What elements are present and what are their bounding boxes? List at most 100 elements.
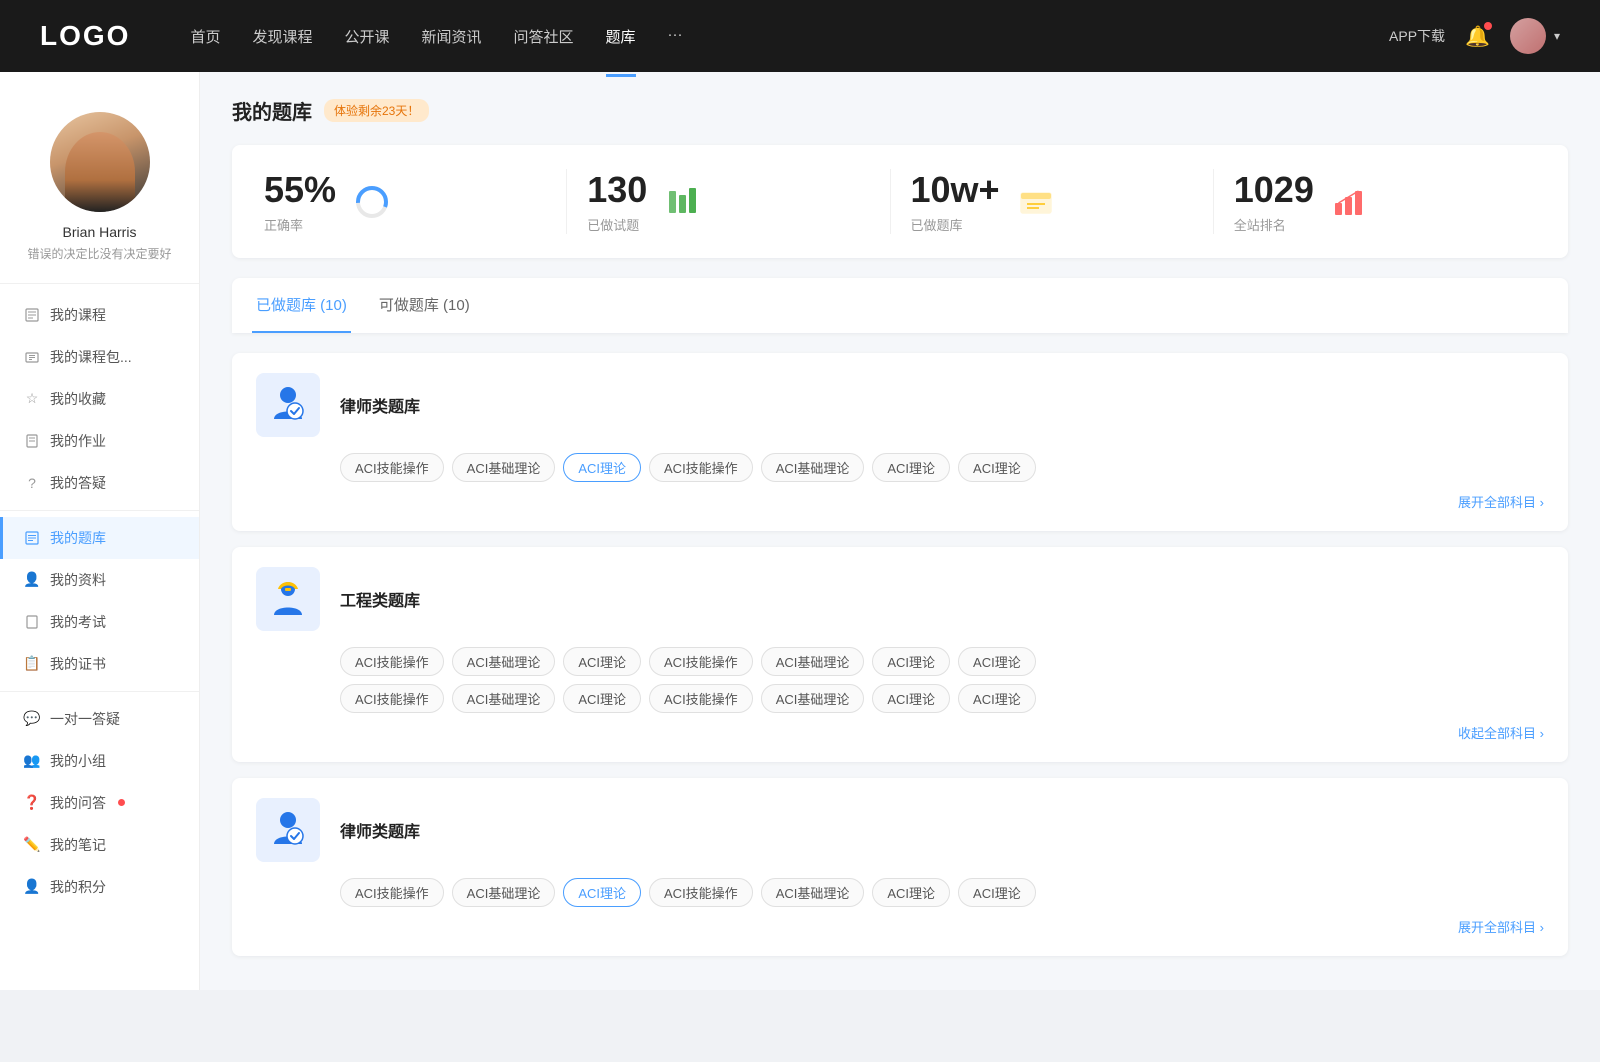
nav-discover[interactable]: 发现课程 — [252, 22, 312, 51]
sidebar-label: 我的考试 — [50, 612, 106, 632]
bank-expand-button[interactable]: 展开全部科目 › — [256, 492, 1544, 511]
sidebar-item-my-question-bank[interactable]: 我的题库 — [0, 517, 199, 559]
bell-notification-dot — [1484, 22, 1492, 30]
nav-home[interactable]: 首页 — [190, 22, 220, 51]
stat-accuracy: 55% 正确率 — [264, 169, 567, 234]
bank-tag[interactable]: ACI基础理论 — [761, 878, 865, 907]
bank-tag[interactable]: ACI理论 — [563, 647, 641, 676]
bank-title: 律师类题库 — [340, 818, 420, 842]
bank-tag[interactable]: ACI基础理论 — [452, 684, 556, 713]
bank-icon-engineer — [256, 567, 320, 631]
sidebar-item-my-exam[interactable]: 我的考试 — [0, 601, 199, 643]
sidebar-label: 一对一答疑 — [50, 709, 120, 729]
avatar-face — [65, 132, 135, 212]
bank-tag[interactable]: ACI理论 — [872, 647, 950, 676]
nav-avatar-image — [1510, 18, 1546, 54]
stat-accuracy-value-area: 55% 正确率 — [264, 169, 336, 234]
bank-tag[interactable]: ACI理论 — [958, 453, 1036, 482]
stat-ranking-value-area: 1029 全站排名 — [1234, 169, 1314, 234]
sidebar-item-my-qa[interactable]: ? 我的答疑 — [0, 462, 199, 504]
bank-tag[interactable]: ACI基础理论 — [452, 647, 556, 676]
nav-more[interactable]: ··· — [668, 22, 683, 51]
bank-tag[interactable]: ACI技能操作 — [649, 647, 753, 676]
bank-tag[interactable]: ACI理论 — [958, 647, 1036, 676]
banks-container: 律师类题库 ACI技能操作 ACI基础理论 ACI理论 ACI技能操作 ACI基… — [232, 353, 1568, 956]
bank-tag-active[interactable]: ACI理论 — [563, 453, 641, 482]
bank-tag[interactable]: ACI技能操作 — [340, 878, 444, 907]
bank-tag[interactable]: ACI技能操作 — [340, 647, 444, 676]
nav-open-course[interactable]: 公开课 — [344, 22, 389, 51]
nav-news[interactable]: 新闻资讯 — [422, 22, 482, 51]
bank-tag[interactable]: ACI理论 — [958, 878, 1036, 907]
stat-done-questions: 130 已做试题 — [567, 169, 890, 234]
sidebar-item-homework[interactable]: 我的作业 — [0, 420, 199, 462]
sidebar-label: 我的课程包... — [50, 347, 132, 367]
bank-tag[interactable]: ACI理论 — [872, 684, 950, 713]
cert-icon: 📋 — [24, 656, 40, 672]
stat-label: 已做试题 — [587, 215, 647, 234]
sidebar-label: 我的答疑 — [50, 473, 106, 493]
sidebar-item-one-on-one[interactable]: 💬 一对一答疑 — [0, 698, 199, 740]
course-pack-icon — [24, 349, 40, 365]
bank-title: 工程类题库 — [340, 587, 420, 611]
sidebar-item-my-cert[interactable]: 📋 我的证书 — [0, 643, 199, 685]
nav-question-bank[interactable]: 题库 — [606, 22, 636, 51]
data-icon: 👤 — [24, 572, 40, 588]
app-download-button[interactable]: APP下载 — [1389, 26, 1445, 46]
bank-tag[interactable]: ACI基础理论 — [761, 453, 865, 482]
bank-tag[interactable]: ACI基础理论 — [761, 647, 865, 676]
stat-value: 1029 — [1234, 169, 1314, 211]
bank-tag[interactable]: ACI理论 — [872, 453, 950, 482]
sidebar-item-my-points[interactable]: 👤 我的积分 — [0, 866, 199, 908]
stat-value: 55% — [264, 169, 336, 211]
chevron-down-icon: ▾ — [1554, 29, 1560, 43]
stat-value: 130 — [587, 169, 647, 211]
ranking-chart-icon — [1330, 182, 1370, 222]
bank-tag-active[interactable]: ACI理论 — [563, 878, 641, 907]
bank-title: 律师类题库 — [340, 393, 420, 417]
bank-tag[interactable]: ACI理论 — [563, 684, 641, 713]
bank-tag[interactable]: ACI基础理论 — [761, 684, 865, 713]
sidebar-profile: Brian Harris 错误的决定比没有决定要好 — [0, 92, 199, 284]
sidebar-item-my-course[interactable]: 我的课程 — [0, 294, 199, 336]
nav-avatar — [1510, 18, 1546, 54]
bank-tag[interactable]: ACI理论 — [872, 878, 950, 907]
bank-card-engineer: 工程类题库 ACI技能操作 ACI基础理论 ACI理论 ACI技能操作 ACI基… — [232, 547, 1568, 762]
user-avatar-area[interactable]: ▾ — [1510, 18, 1560, 54]
stat-ranking: 1029 全站排名 — [1214, 169, 1536, 234]
bank-tag[interactable]: ACI技能操作 — [649, 684, 753, 713]
bank-expand-button-2[interactable]: 展开全部科目 › — [256, 917, 1544, 936]
questions-red-dot — [118, 799, 125, 806]
sidebar-label: 我的题库 — [50, 528, 106, 548]
sidebar-label: 我的问答 — [50, 793, 106, 813]
bank-tag[interactable]: ACI技能操作 — [340, 453, 444, 482]
sidebar-label: 我的小组 — [50, 751, 106, 771]
bank-tags-row1: ACI技能操作 ACI基础理论 ACI理论 ACI技能操作 ACI基础理论 AC… — [256, 878, 1544, 907]
navbar: LOGO 首页 发现课程 公开课 新闻资讯 问答社区 题库 ··· APP下载 … — [0, 0, 1600, 72]
bank-tag[interactable]: ACI理论 — [958, 684, 1036, 713]
sidebar-label: 我的收藏 — [50, 389, 106, 409]
sidebar-item-my-data[interactable]: 👤 我的资料 — [0, 559, 199, 601]
bank-tag[interactable]: ACI技能操作 — [649, 878, 753, 907]
tabs-row: 已做题库 (10) 可做题库 (10) — [232, 278, 1568, 333]
bank-tag[interactable]: ACI基础理论 — [452, 453, 556, 482]
bell-icon[interactable]: 🔔 — [1465, 24, 1490, 49]
bank-tags-row1: ACI技能操作 ACI基础理论 ACI理论 ACI技能操作 ACI基础理论 AC… — [256, 453, 1544, 482]
sidebar-item-my-notes[interactable]: ✏️ 我的笔记 — [0, 824, 199, 866]
bank-header: 律师类题库 — [256, 373, 1544, 437]
bank-collapse-button[interactable]: 收起全部科目 › — [256, 723, 1544, 742]
nav-qa[interactable]: 问答社区 — [514, 22, 574, 51]
sidebar-label: 我的课程 — [50, 305, 106, 325]
bank-tag[interactable]: ACI技能操作 — [649, 453, 753, 482]
bank-tag[interactable]: ACI基础理论 — [452, 878, 556, 907]
stat-label: 正确率 — [264, 215, 336, 234]
tab-available-banks[interactable]: 可做题库 (10) — [375, 278, 474, 333]
tab-done-banks[interactable]: 已做题库 (10) — [252, 278, 351, 333]
sidebar-item-favorites[interactable]: ☆ 我的收藏 — [0, 378, 199, 420]
sidebar-item-my-questions[interactable]: ❓ 我的问答 — [0, 782, 199, 824]
bank-tag[interactable]: ACI技能操作 — [340, 684, 444, 713]
collapse-label: 收起全部科目 › — [1458, 723, 1544, 742]
exam-icon — [24, 614, 40, 630]
sidebar-item-my-group[interactable]: 👥 我的小组 — [0, 740, 199, 782]
sidebar-item-course-pack[interactable]: 我的课程包... — [0, 336, 199, 378]
